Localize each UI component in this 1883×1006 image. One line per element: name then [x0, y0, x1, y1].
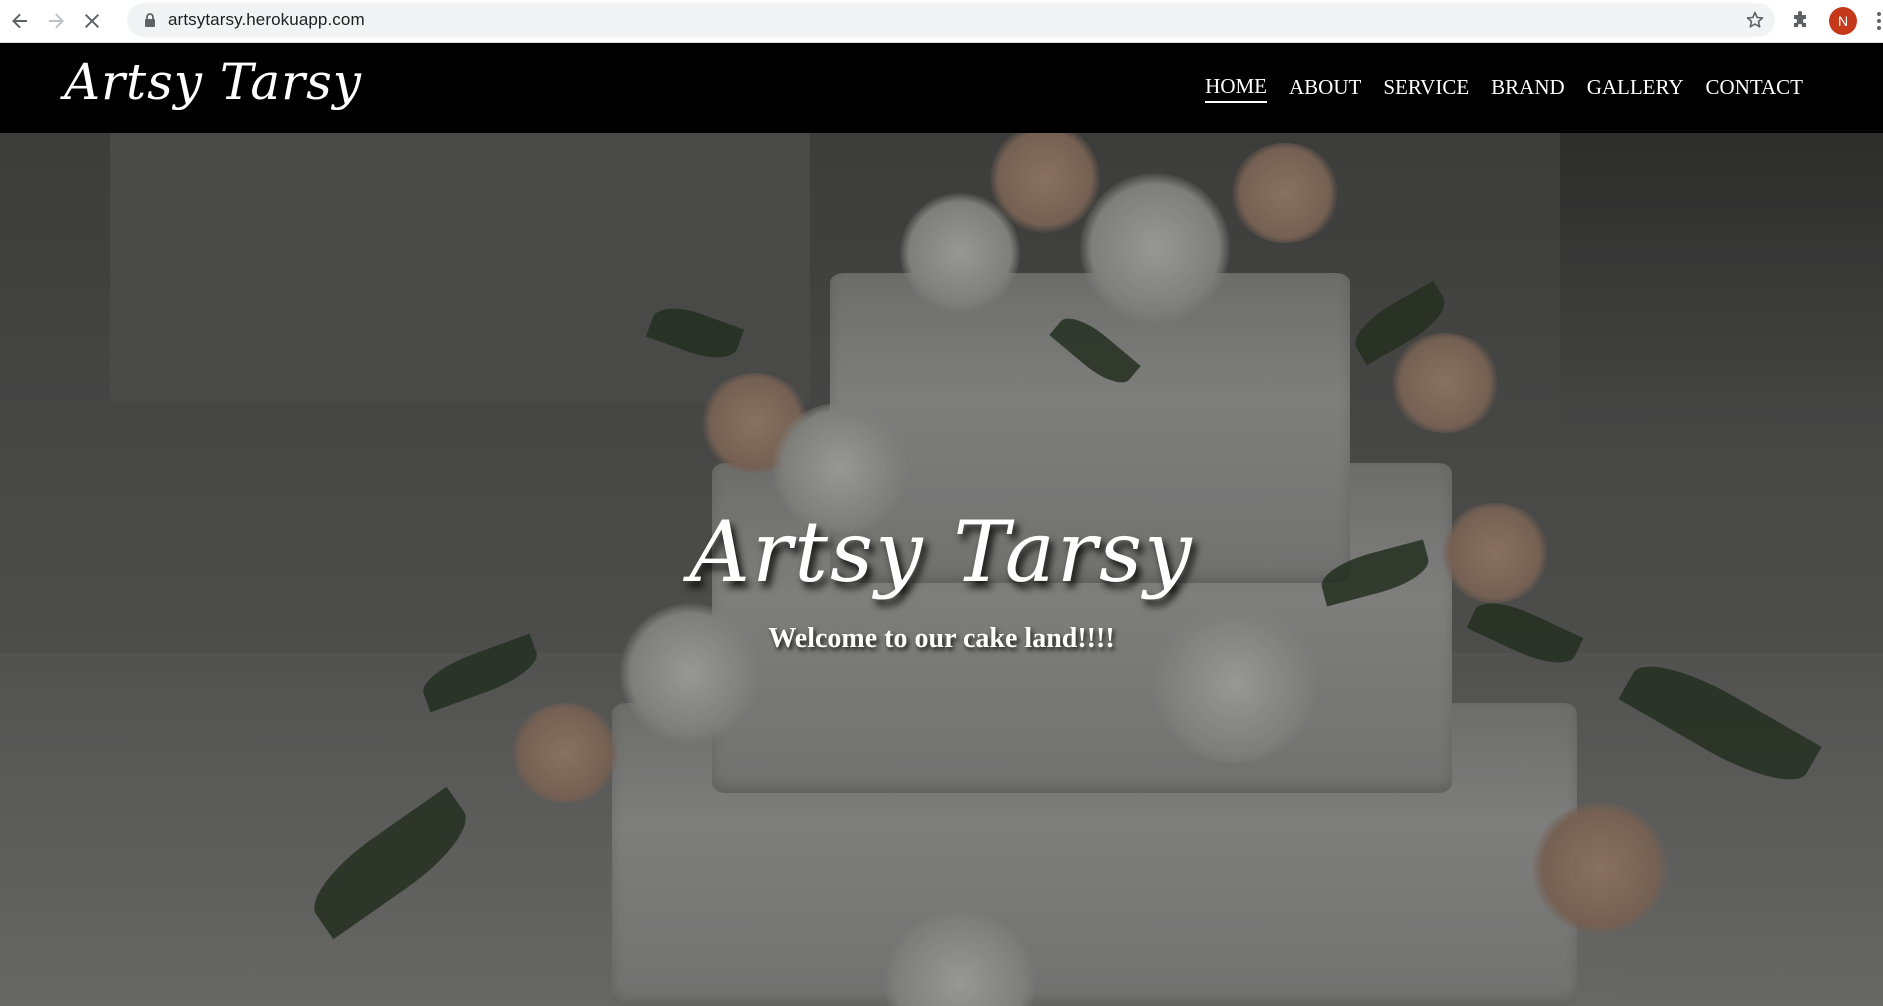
hero-title: Artsy Tarsy [689, 503, 1194, 601]
nav-link-service[interactable]: SERVICE [1383, 75, 1469, 102]
star-icon[interactable] [1745, 10, 1765, 30]
hero-subtitle: Welcome to our cake land!!!! [768, 623, 1115, 654]
nav-link-about[interactable]: ABOUT [1289, 75, 1361, 102]
main-nav: HOME ABOUT SERVICE BRAND GALLERY CONTACT [1205, 43, 1803, 133]
nav-link-contact[interactable]: CONTACT [1706, 75, 1803, 102]
lock-icon[interactable] [142, 12, 158, 28]
nav-link-brand[interactable]: BRAND [1491, 75, 1565, 102]
stop-loading-button[interactable] [74, 3, 110, 39]
hero-section: Artsy Tarsy Welcome to our cake land!!!! [0, 133, 1883, 1006]
nav-link-home[interactable]: HOME [1205, 74, 1267, 103]
address-bar[interactable]: artsytarsy.herokuapp.com [127, 3, 1775, 37]
url-text[interactable]: artsytarsy.herokuapp.com [168, 10, 365, 30]
close-icon [85, 14, 99, 28]
back-button[interactable] [2, 3, 38, 39]
more-vert-icon[interactable] [1874, 9, 1883, 33]
nav-link-gallery[interactable]: GALLERY [1587, 75, 1684, 102]
arrow-left-icon [12, 13, 27, 29]
site-navbar: Artsy Tarsy HOME ABOUT SERVICE BRAND GAL… [0, 43, 1883, 133]
brand-logo[interactable]: Artsy Tarsy [64, 53, 362, 111]
profile-avatar[interactable]: N [1829, 7, 1857, 35]
browser-toolbar: artsytarsy.herokuapp.com N [0, 0, 1883, 43]
puzzle-icon[interactable] [1789, 9, 1813, 33]
forward-button[interactable] [38, 3, 74, 39]
arrow-right-icon [49, 13, 64, 29]
